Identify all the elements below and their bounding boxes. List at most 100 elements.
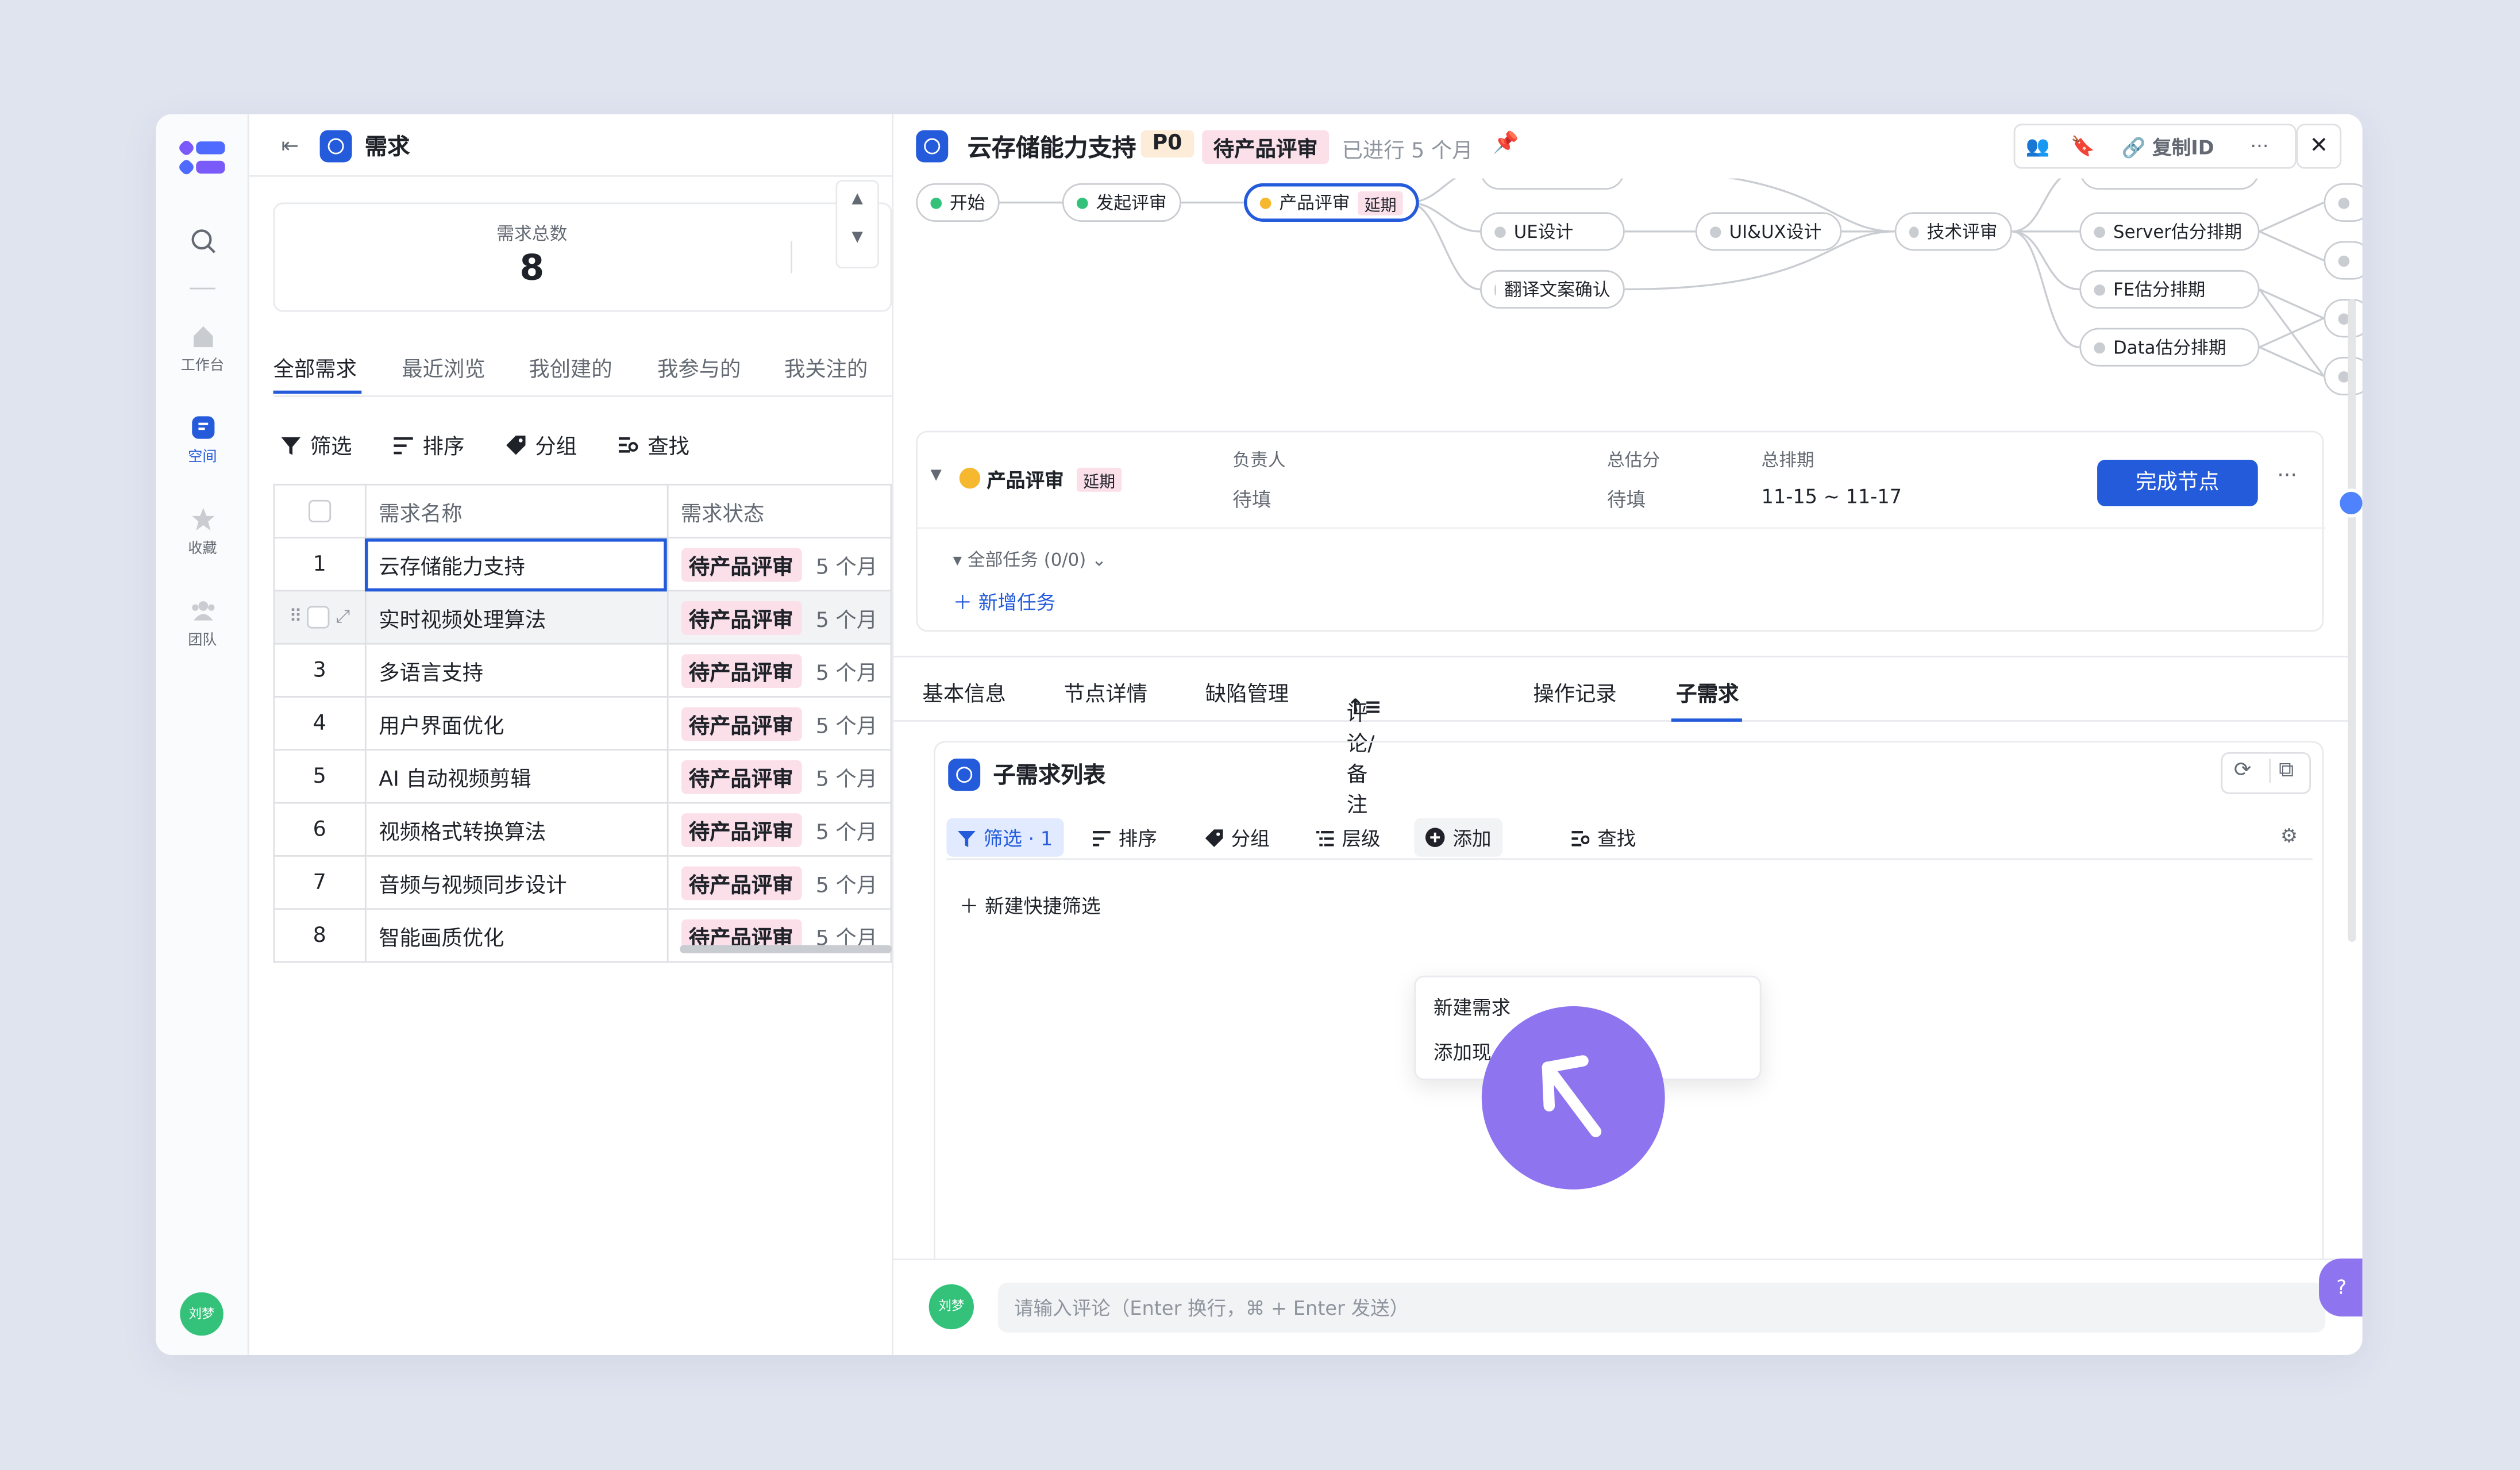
complete-node-button[interactable]: 完成节点 — [2097, 459, 2258, 507]
flow-node-overflow[interactable] — [2324, 299, 2363, 338]
flow-node-ui-ux-design[interactable]: UI&UX设计 — [1695, 212, 1842, 251]
add-task-button[interactable]: ＋ 新增任务 — [953, 588, 1056, 616]
status-badge[interactable]: 待产品评审 — [680, 812, 802, 846]
nav-space[interactable]: 空间 — [156, 415, 249, 466]
row-name[interactable]: 用户界面优化 — [364, 696, 668, 751]
row-checkbox[interactable] — [307, 606, 330, 629]
nav-team[interactable]: 团队 — [156, 598, 249, 649]
tab-all[interactable]: 全部需求 — [273, 352, 356, 383]
copy-id-button[interactable]: 🔗 复制ID — [2105, 133, 2230, 160]
pin-icon[interactable]: 📌 — [1493, 132, 1519, 156]
flow-node-start[interactable]: 开始 — [916, 183, 1000, 222]
detail-title[interactable]: 云存储能力支持 — [968, 130, 1136, 164]
sub-group-button[interactable]: 分组 — [1194, 818, 1281, 857]
tab-sub-requirements[interactable]: 子需求 — [1676, 677, 1739, 707]
status-badge[interactable]: 待产品评审 — [680, 759, 802, 794]
tab-defects[interactable]: 缺陷管理 — [1205, 677, 1289, 707]
more-icon[interactable]: ··· — [2230, 135, 2288, 157]
table-row[interactable]: ⠿ ⤢ 实时视频处理算法 待产品评审 5 个月 — [273, 590, 892, 645]
table-row[interactable]: 8 智能画质优化 待产品评审 5 个月 — [273, 908, 892, 963]
status-badge[interactable]: 待产品评审 — [680, 706, 802, 741]
floating-assist-icon[interactable] — [2336, 488, 2363, 518]
horizontal-scrollbar[interactable] — [680, 945, 892, 953]
find-button[interactable]: 查找 — [618, 429, 689, 460]
table-row[interactable]: 1 云存储能力支持 待产品评审 5 个月 — [273, 537, 892, 592]
tab-node-detail[interactable]: 节点详情 — [1064, 677, 1147, 707]
nav-favorites[interactable]: 收藏 — [156, 506, 249, 558]
flow-node-overflow[interactable] — [2324, 356, 2363, 396]
table-row[interactable]: 4 用户界面优化 待产品评审 5 个月 — [273, 696, 892, 751]
flow-node-hidden-2[interactable] — [2079, 178, 2260, 190]
node-more-icon[interactable]: ··· — [2277, 464, 2297, 488]
row-name[interactable]: AI 自动视频剪辑 — [364, 749, 668, 804]
bookmark-icon[interactable]: 🔖 — [2060, 135, 2105, 157]
group-button[interactable]: 分组 — [506, 429, 577, 460]
flow-node-hidden[interactable] — [1480, 178, 1625, 190]
flow-node-overflow[interactable] — [2324, 183, 2363, 222]
flow-node-translation[interactable]: 翻译文案确认 — [1480, 270, 1625, 309]
sub-level-button[interactable]: 层级 — [1305, 818, 1392, 857]
sub-add-button[interactable]: 添加 — [1414, 818, 1503, 857]
flow-node-server-estimate[interactable]: Server估分排期 — [2079, 212, 2260, 251]
drag-handle-icon[interactable]: ⠿ — [289, 606, 302, 626]
flow-node-ue-design[interactable]: UE设计 — [1480, 212, 1625, 251]
tab-recent[interactable]: 最近浏览 — [402, 352, 485, 383]
status-badge[interactable]: 待产品评审 — [680, 600, 802, 634]
settings-sliders-icon[interactable]: ⚙ — [2280, 825, 2298, 847]
vertical-scrollbar[interactable] — [2348, 299, 2356, 942]
tab-created[interactable]: 我创建的 — [529, 352, 612, 383]
select-all-checkbox[interactable] — [308, 499, 331, 523]
status-badge[interactable]: 待产品评审 — [680, 865, 802, 899]
filter-button[interactable]: 筛选 — [281, 429, 352, 460]
stat-scroller[interactable]: ▲ ▼ — [835, 180, 879, 269]
all-tasks-toggle[interactable]: ▾ 全部任务 (0/0) ⌄ — [953, 547, 1107, 572]
expand-icon[interactable]: ⤢ — [336, 606, 350, 626]
status-badge[interactable]: 待产品评审 — [680, 653, 802, 687]
priority-badge[interactable]: P0 — [1140, 130, 1193, 158]
tab-following[interactable]: 我关注的 — [784, 352, 868, 383]
table-row[interactable]: 3 多语言支持 待产品评审 5 个月 — [273, 642, 892, 698]
flow-node-product-review[interactable]: 产品评审 延期 — [1243, 183, 1419, 222]
comment-input[interactable]: 请输入评论（Enter 换行，⌘ + Enter 发送） — [997, 1283, 2326, 1333]
flow-node-launch-review[interactable]: 发起评审 — [1062, 183, 1181, 222]
tab-joined[interactable]: 我参与的 — [657, 352, 741, 383]
row-name[interactable]: 云存储能力支持 — [364, 537, 668, 592]
flow-node-data-estimate[interactable]: Data估分排期 — [2079, 328, 2260, 367]
flow-node-fe-estimate[interactable]: FE估分排期 — [2079, 270, 2260, 309]
row-name[interactable]: 视频格式转换算法 — [364, 802, 668, 857]
flow-node-overflow[interactable] — [2324, 241, 2363, 280]
tab-basic-info[interactable]: 基本信息 — [922, 677, 1005, 707]
schedule-value[interactable]: 11-15 ~ 11-17 — [1762, 486, 1902, 508]
close-button[interactable]: ✕ — [2296, 124, 2342, 169]
row-name[interactable]: 智能画质优化 — [364, 908, 668, 963]
refresh-icon[interactable]: ⟳ — [2234, 759, 2252, 783]
search-button[interactable] — [156, 228, 249, 259]
sort-asc-icon[interactable]: ↑≡ — [1347, 696, 1382, 720]
column-status[interactable]: 需求状态 — [666, 483, 892, 538]
owner-value[interactable]: 待填 — [1232, 486, 1271, 513]
table-row[interactable]: 5 AI 自动视频剪辑 待产品评审 5 个月 — [273, 749, 892, 804]
tab-activity-log[interactable]: 操作记录 — [1533, 677, 1616, 707]
scroll-up-icon[interactable]: ▲ — [837, 191, 877, 207]
help-button[interactable]: ? — [2319, 1259, 2363, 1317]
new-quick-filter-button[interactable]: ＋ 新建快捷筛选 — [960, 892, 1101, 919]
node-collapse-icon[interactable]: ▼ — [930, 468, 941, 484]
status-badge[interactable]: 待产品评审 — [1202, 130, 1330, 164]
estimate-value[interactable]: 待填 — [1607, 486, 1646, 513]
scroll-down-icon[interactable]: ▼ — [837, 230, 877, 246]
sub-find-button[interactable]: 查找 — [1560, 818, 1647, 857]
status-badge[interactable]: 待产品评审 — [680, 547, 802, 582]
sub-filter-button[interactable]: 筛选 · 1 — [946, 818, 1064, 857]
members-icon[interactable]: 👥 — [2015, 135, 2060, 157]
row-name[interactable]: 音频与视频同步设计 — [364, 855, 668, 910]
user-avatar[interactable]: 刘梦 — [180, 1292, 224, 1336]
nav-workbench[interactable]: 工作台 — [156, 323, 249, 375]
flow-node-tech-review[interactable]: 技术评审 — [1894, 212, 2012, 251]
row-name[interactable]: 实时视频处理算法 — [364, 590, 668, 645]
column-name[interactable]: 需求名称 — [364, 483, 668, 538]
row-name[interactable]: 多语言支持 — [364, 642, 668, 698]
collapse-sidebar-icon[interactable]: ⇤ — [281, 135, 299, 159]
table-row[interactable]: 6 视频格式转换算法 待产品评审 5 个月 — [273, 802, 892, 857]
sub-sort-button[interactable]: 排序 — [1081, 818, 1168, 857]
open-external-icon[interactable]: ⧉ — [2269, 759, 2294, 783]
